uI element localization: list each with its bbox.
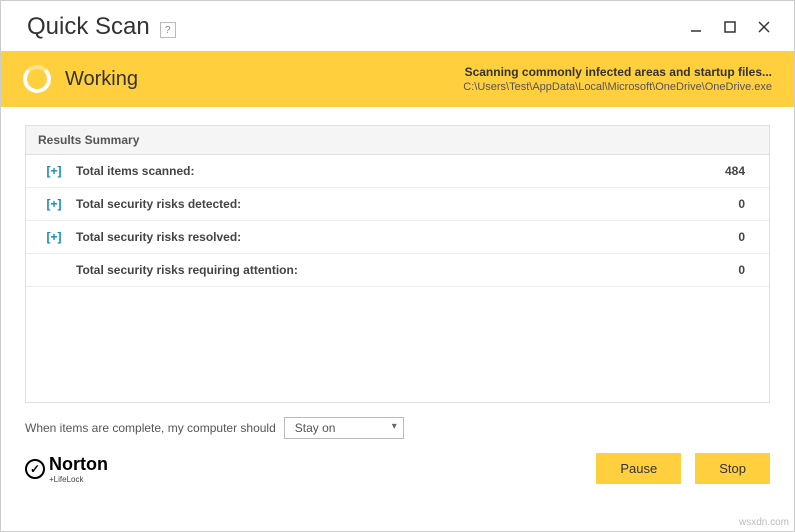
maximize-button[interactable]: [722, 19, 738, 35]
expand-icon[interactable]: [+]: [40, 197, 68, 211]
row-value: 0: [738, 263, 745, 277]
completion-prompt: When items are complete, my computer sho…: [25, 421, 276, 435]
status-path: C:\Users\Test\AppData\Local\Microsoft\On…: [463, 81, 772, 93]
row-value: 0: [738, 230, 745, 244]
status-heading: Scanning commonly infected areas and sta…: [463, 65, 772, 79]
result-row: Total security risks requiring attention…: [26, 254, 769, 287]
expand-icon[interactable]: [+]: [40, 164, 68, 178]
close-button[interactable]: [756, 19, 772, 35]
brand-name: Norton: [49, 454, 108, 475]
page-title: Quick Scan: [27, 13, 150, 41]
row-label: Total security risks requiring attention…: [76, 263, 738, 277]
watermark: wsxdn.com: [739, 517, 789, 528]
dropdown-value: Stay on: [295, 421, 336, 435]
brand-logo: ✓ Norton +LifeLock: [25, 454, 108, 484]
pause-button[interactable]: Pause: [596, 453, 681, 484]
result-row: [+] Total items scanned: 484: [26, 155, 769, 188]
status-bar: Working Scanning commonly infected areas…: [1, 51, 794, 107]
checkmark-icon: ✓: [25, 459, 45, 479]
brand-sub: +LifeLock: [49, 475, 108, 484]
row-value: 484: [725, 164, 745, 178]
completion-dropdown[interactable]: Stay on: [284, 417, 404, 439]
results-panel: Results Summary [+] Total items scanned:…: [25, 125, 770, 403]
minimize-button[interactable]: [688, 19, 704, 35]
row-label: Total security risks resolved:: [76, 230, 738, 244]
help-icon[interactable]: ?: [160, 22, 176, 38]
result-row: [+] Total security risks detected: 0: [26, 188, 769, 221]
results-title: Results Summary: [26, 126, 769, 155]
expand-icon[interactable]: [+]: [40, 230, 68, 244]
result-row: [+] Total security risks resolved: 0: [26, 221, 769, 254]
row-label: Total items scanned:: [76, 164, 725, 178]
stop-button[interactable]: Stop: [695, 453, 770, 484]
row-value: 0: [738, 197, 745, 211]
status-label: Working: [65, 68, 138, 91]
row-label: Total security risks detected:: [76, 197, 738, 211]
spinner-icon: [23, 65, 51, 93]
